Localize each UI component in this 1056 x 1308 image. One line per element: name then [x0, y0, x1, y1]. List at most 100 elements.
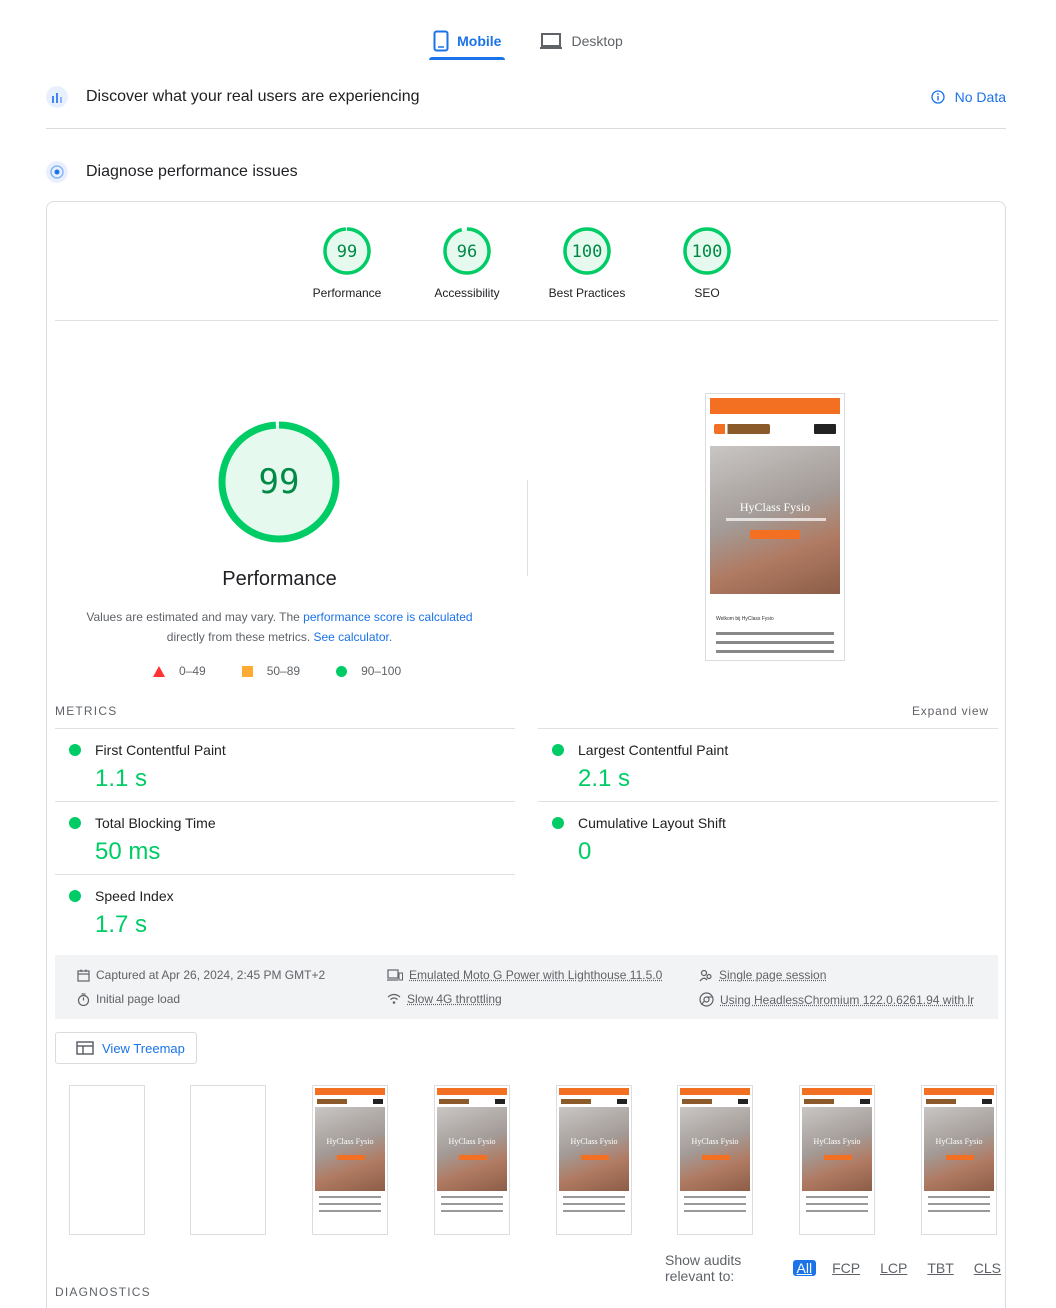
device-tabs: Mobile Desktop: [0, 22, 1056, 60]
frame-title: HyClass Fysio: [326, 1137, 374, 1146]
no-data-status[interactable]: No Data: [930, 89, 1006, 105]
score-legend: 0–49 50–89 90–100: [153, 664, 401, 678]
metric-value: 1.7 s: [95, 911, 148, 938]
legend-fail: 0–49: [153, 664, 206, 678]
final-screenshot[interactable]: HyClass Fysio Welkom bij HyClass Fysio: [705, 393, 845, 661]
pass-circle-icon: [69, 817, 81, 829]
filmstrip-frame: HyClass Fysio: [556, 1085, 632, 1235]
gauge-label: Performance: [312, 286, 382, 300]
filter-chip-lcp[interactable]: LCP: [876, 1260, 911, 1276]
desc-middle: directly from these metrics.: [166, 630, 314, 644]
screenshot-welcome: Welkom bij HyClass Fysio: [716, 616, 774, 622]
screenshot-text-line: [716, 650, 834, 653]
tab-mobile[interactable]: Mobile: [429, 22, 506, 60]
filmstrip-frame: HyClass Fysio: [312, 1085, 388, 1235]
users-chart-icon: [46, 86, 68, 108]
phone-icon: [433, 30, 449, 52]
diagnostics-label: DIAGNOSTICS: [55, 1285, 151, 1299]
legend-average: 50–89: [241, 664, 301, 678]
legend-average-range: 50–89: [266, 664, 301, 678]
metric-si: Speed Index 1.7 s: [55, 874, 515, 947]
runtime-browser[interactable]: Using HeadlessChromium 122.0.6261.94 wit…: [699, 992, 974, 1007]
throttling-text: Slow 4G throttling: [407, 992, 502, 1006]
pass-circle-icon: [552, 817, 564, 829]
pass-circle-icon: [69, 890, 81, 902]
runtime-session[interactable]: Single page session: [699, 968, 826, 982]
frame-title: HyClass Fysio: [570, 1137, 618, 1146]
screenshot-text-line: [716, 632, 834, 635]
metric-name: Speed Index: [95, 888, 174, 904]
runtime-throttling[interactable]: Slow 4G throttling: [387, 992, 502, 1006]
score-calculated-link[interactable]: performance score is calculated: [303, 610, 472, 624]
tab-desktop[interactable]: Desktop: [537, 22, 624, 60]
filmstrip-frame-blank: [69, 1085, 145, 1235]
gauge-score: 96: [457, 242, 477, 262]
view-treemap-button[interactable]: View Treemap: [55, 1032, 197, 1064]
chrome-icon: [699, 992, 714, 1007]
gauge-ring: 100: [683, 227, 731, 275]
gauge-best-practices[interactable]: 100 Best Practices: [547, 226, 627, 300]
frame-title: HyClass Fysio: [448, 1137, 496, 1146]
performance-title: Performance: [222, 568, 337, 590]
lab-data-header: Diagnose performance issues: [46, 161, 1006, 183]
runtime-settings: Captured at Apr 26, 2024, 2:45 PM GMT+2 …: [55, 955, 998, 1019]
view-treemap-label: View Treemap: [102, 1040, 185, 1056]
metric-lcp: Largest Contentful Paint 2.1 s: [538, 728, 998, 801]
metrics-row-divider: [538, 801, 998, 802]
field-data-title: Discover what your real users are experi…: [86, 88, 420, 105]
initial-load-text: Initial page load: [96, 992, 181, 1006]
expand-view-toggle[interactable]: Expand view: [912, 704, 989, 718]
tab-desktop-label: Desktop: [571, 33, 623, 49]
filmstrip-frame: HyClass Fysio: [921, 1085, 997, 1235]
pass-circle-icon: [552, 744, 564, 756]
average-square-icon: [241, 665, 253, 677]
gauge-label: Accessibility: [434, 286, 500, 300]
gauge-seo[interactable]: 100 SEO: [667, 226, 747, 300]
gauge-label: SEO: [694, 286, 720, 300]
filter-chip-cls[interactable]: CLS: [970, 1260, 1005, 1276]
field-data-header: Discover what your real users are experi…: [46, 86, 1006, 108]
metric-tbt: Total Blocking Time 50 ms: [55, 801, 515, 874]
metric-value: 50 ms: [95, 838, 161, 865]
wifi-icon: [387, 993, 401, 1004]
device-text: Emulated Moto G Power with Lighthouse 11…: [409, 968, 663, 982]
filmstrip-frame: HyClass Fysio: [434, 1085, 510, 1235]
captured-text: Captured at Apr 26, 2024, 2:45 PM GMT+2: [96, 968, 326, 982]
frame-title: HyClass Fysio: [691, 1137, 739, 1146]
metric-name: Total Blocking Time: [95, 815, 216, 831]
filmstrip: HyClass Fysio HyClass Fysio HyClass Fysi…: [69, 1085, 999, 1235]
fail-triangle-icon: [153, 665, 165, 677]
filter-chip-fcp[interactable]: FCP: [828, 1260, 864, 1276]
performance-big-gauge: 99: [218, 421, 340, 543]
runtime-captured: Captured at Apr 26, 2024, 2:45 PM GMT+2: [77, 968, 325, 982]
audits-filter-label: Show audits relevant to:: [665, 1252, 742, 1284]
browser-text: Using HeadlessChromium 122.0.6261.94 wit…: [720, 992, 975, 1007]
see-calculator-link[interactable]: See calculator.: [313, 630, 392, 644]
metric-value: 1.1 s: [95, 765, 148, 792]
diagnose-icon: [46, 161, 68, 183]
lab-data-title: Diagnose performance issues: [86, 163, 298, 180]
gauge-score: 100: [572, 242, 603, 262]
filter-chip-tbt[interactable]: TBT: [923, 1260, 957, 1276]
screenshot-logo: [714, 424, 770, 434]
gauge-ring: 100: [563, 227, 611, 275]
audits-filter: Show audits relevant to: All FCP LCP TBT…: [665, 1252, 1005, 1284]
filter-chip-all[interactable]: All: [792, 1260, 817, 1276]
metric-value: 2.1 s: [578, 765, 631, 792]
metric-value: 0: [578, 838, 592, 865]
screenshot-nav: [710, 414, 840, 444]
frame-title: HyClass Fysio: [813, 1137, 861, 1146]
filmstrip-frame-blank: [190, 1085, 266, 1235]
gauge-performance[interactable]: 99 Performance: [307, 226, 387, 300]
screenshot-hero: HyClass Fysio: [710, 446, 840, 594]
screenshot-menu: [814, 424, 836, 434]
gauge-ring: 99: [323, 227, 371, 275]
gauge-accessibility[interactable]: 96 Accessibility: [427, 226, 507, 300]
legend-pass: 90–100: [336, 664, 401, 678]
performance-description: Values are estimated and may vary. The p…: [67, 607, 492, 647]
runtime-device[interactable]: Emulated Moto G Power with Lighthouse 11…: [387, 968, 662, 982]
screenshot-text-line: [716, 641, 834, 644]
section-divider: [46, 128, 1006, 129]
laptop-icon: [540, 33, 563, 49]
vertical-separator: [527, 480, 528, 576]
